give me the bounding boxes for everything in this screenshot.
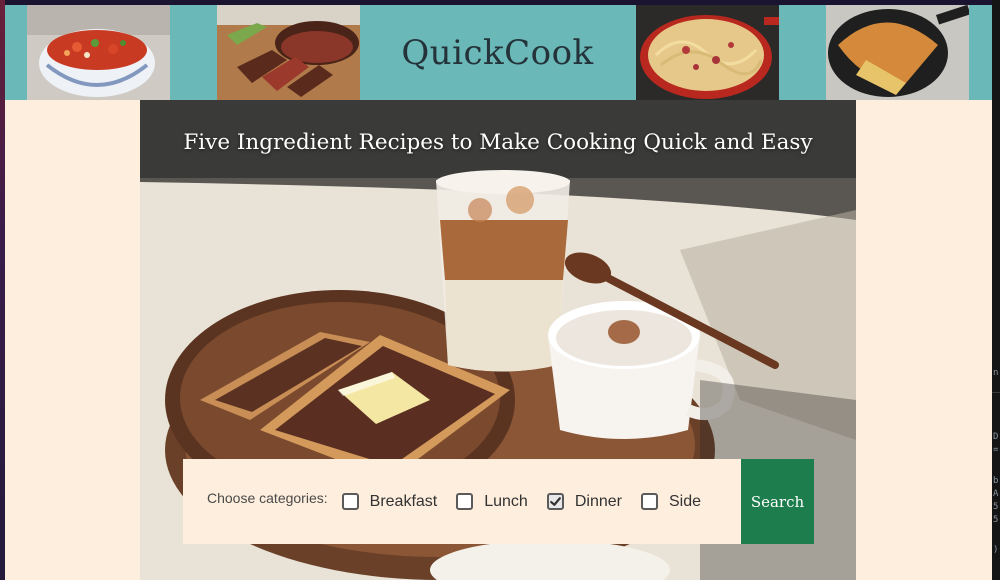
categories-label: Choose categories: [207,489,328,506]
pasta-photo [636,5,779,100]
checkmark-icon [549,497,561,506]
lunch-checkbox[interactable] [456,493,474,510]
code-glyph: ) [993,545,999,555]
code-glyph: = [993,445,999,455]
browser-viewport: QuickCook Five Ingredient Recipes to Mak… [5,5,992,580]
code-glyph: 5 [993,515,999,525]
code-glyph: D [993,432,999,442]
editor-edge-right: n D = b A 5 5 ) [992,0,1000,580]
dinner-label[interactable]: Dinner [575,493,622,511]
side-checkbox[interactable] [640,493,658,510]
category-option-dinner[interactable]: Dinner [546,493,622,511]
editor-divider [992,392,1000,393]
category-search-form: Choose categories: Breakfast Lunch Dinne… [183,459,741,544]
code-glyph: n [993,368,999,378]
category-option-side[interactable]: Side [640,493,701,511]
hero-tagline: Five Ingredient Recipes to Make Cooking … [183,130,813,155]
code-glyph: A [993,489,999,499]
dinner-checkbox[interactable] [546,493,564,510]
search-button[interactable]: Search [741,459,814,544]
hero-section: Five Ingredient Recipes to Make Cooking … [140,100,856,580]
category-option-lunch[interactable]: Lunch [456,493,528,511]
cornbread-photo [826,5,969,100]
category-option-breakfast[interactable]: Breakfast [341,493,438,511]
code-glyph: 5 [993,502,999,512]
breakfast-label[interactable]: Breakfast [370,493,438,511]
steak-photo [217,5,360,100]
breakfast-checkbox[interactable] [341,493,359,510]
site-header: QuickCook [5,5,992,100]
salsa-photo [27,5,170,100]
lunch-label[interactable]: Lunch [484,493,528,511]
site-title[interactable]: QuickCook [360,5,635,100]
side-label[interactable]: Side [669,493,701,511]
code-glyph: b [993,476,999,486]
